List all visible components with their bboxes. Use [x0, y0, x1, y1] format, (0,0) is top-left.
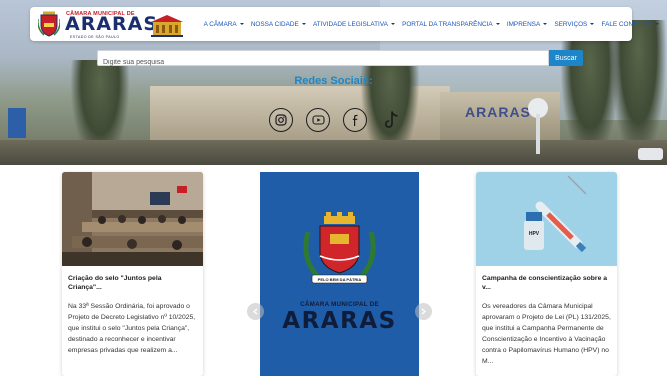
caret-down-icon [495, 23, 500, 25]
motto-ribbon: PELO BEM DA PÁTRIA [317, 276, 362, 282]
coat-of-arms-icon [38, 11, 60, 37]
search-box [97, 50, 549, 70]
caret-down-icon [654, 23, 659, 25]
news-title: Campanha de conscientização sobre a v... [482, 275, 608, 291]
carousel-prev-button[interactable] [247, 303, 264, 320]
coat-of-arms-icon [303, 212, 376, 284]
vial-label: HPV [528, 231, 540, 237]
news-excerpt: Na 33ª Sessão Ordinária, foi aprovado o … [68, 303, 196, 354]
banner-top-text: CÂMARA MUNICIPAL DE [300, 301, 379, 308]
hero-banner: ARARAS CÂMARA MUNICIPAL DE ARARAS ESTADO… [0, 0, 667, 165]
caret-down-icon [239, 23, 244, 25]
facebook-icon [352, 114, 357, 126]
news-title: Criação do selo "Juntos pela Criança"... [68, 275, 162, 291]
caret-down-icon [301, 23, 306, 25]
top-navbar: CÂMARA MUNICIPAL DE ARARAS ESTADO DE SÃO… [30, 7, 659, 41]
menu-item-atividade-legislativa[interactable]: ATIVIDADE LEGISLATIVA [309, 21, 398, 28]
session-photo [62, 172, 203, 266]
menu-item-camara[interactable]: A CÂMARA [200, 21, 247, 28]
site-logo[interactable]: CÂMARA MUNICIPAL DE ARARAS ESTADO DE SÃO… [34, 9, 184, 39]
menu-item-imprensa[interactable]: IMPRENSA [503, 21, 551, 28]
building-sign: ARARAS [465, 104, 531, 120]
news-section: Criação do selo "Juntos pela Criança"...… [0, 165, 667, 376]
caret-down-icon [390, 23, 395, 25]
menu-item-portal-transparencia[interactable]: PORTAL DA TRANSPARÊNCIA [398, 21, 503, 28]
instagram-icon [275, 114, 287, 126]
menu-item-nossa-cidade[interactable]: NOSSA CIDADE [247, 21, 309, 28]
caret-down-icon [543, 23, 548, 25]
chevron-left-icon [252, 308, 258, 315]
logo-sub-text: ESTADO DE SÃO PAULO [70, 35, 120, 39]
instagram-link[interactable] [269, 108, 293, 132]
youtube-icon [311, 115, 325, 125]
news-excerpt: Os vereadores da Câmara Municipal aprova… [482, 303, 611, 365]
social-links [269, 108, 404, 132]
news-card[interactable]: HPV Campanha de conscientização sobre a … [476, 172, 617, 376]
featured-banner[interactable]: PELO BEM DA PÁTRIA CÂMARA MUNICIPAL DE A… [260, 172, 419, 376]
building-logo-icon [151, 15, 183, 37]
facebook-link[interactable] [343, 108, 367, 132]
youtube-link[interactable] [306, 108, 330, 132]
logo-main-text: ARARAS [65, 13, 159, 35]
menu-item-fale-conosco[interactable]: FALE CONOSCO [598, 21, 663, 28]
tiktok-link[interactable] [380, 108, 404, 132]
chevron-right-icon [421, 308, 427, 315]
social-title: Redes Sociais: [294, 75, 373, 87]
vaccine-photo: HPV [476, 172, 617, 266]
news-card[interactable]: Criação do selo "Juntos pela Criança"...… [62, 172, 203, 376]
menu-item-servicos[interactable]: SERVIÇOS [551, 21, 598, 28]
banner-main-text: ARARAS [282, 308, 397, 334]
tiktok-icon [384, 111, 398, 128]
carousel-next-button[interactable] [415, 303, 432, 320]
caret-down-icon [590, 23, 595, 25]
search-button[interactable]: Buscar [549, 50, 583, 66]
main-menu: A CÂMARA NOSSA CIDADE ATIVIDADE LEGISLAT… [200, 7, 663, 41]
search-input[interactable] [98, 55, 548, 70]
